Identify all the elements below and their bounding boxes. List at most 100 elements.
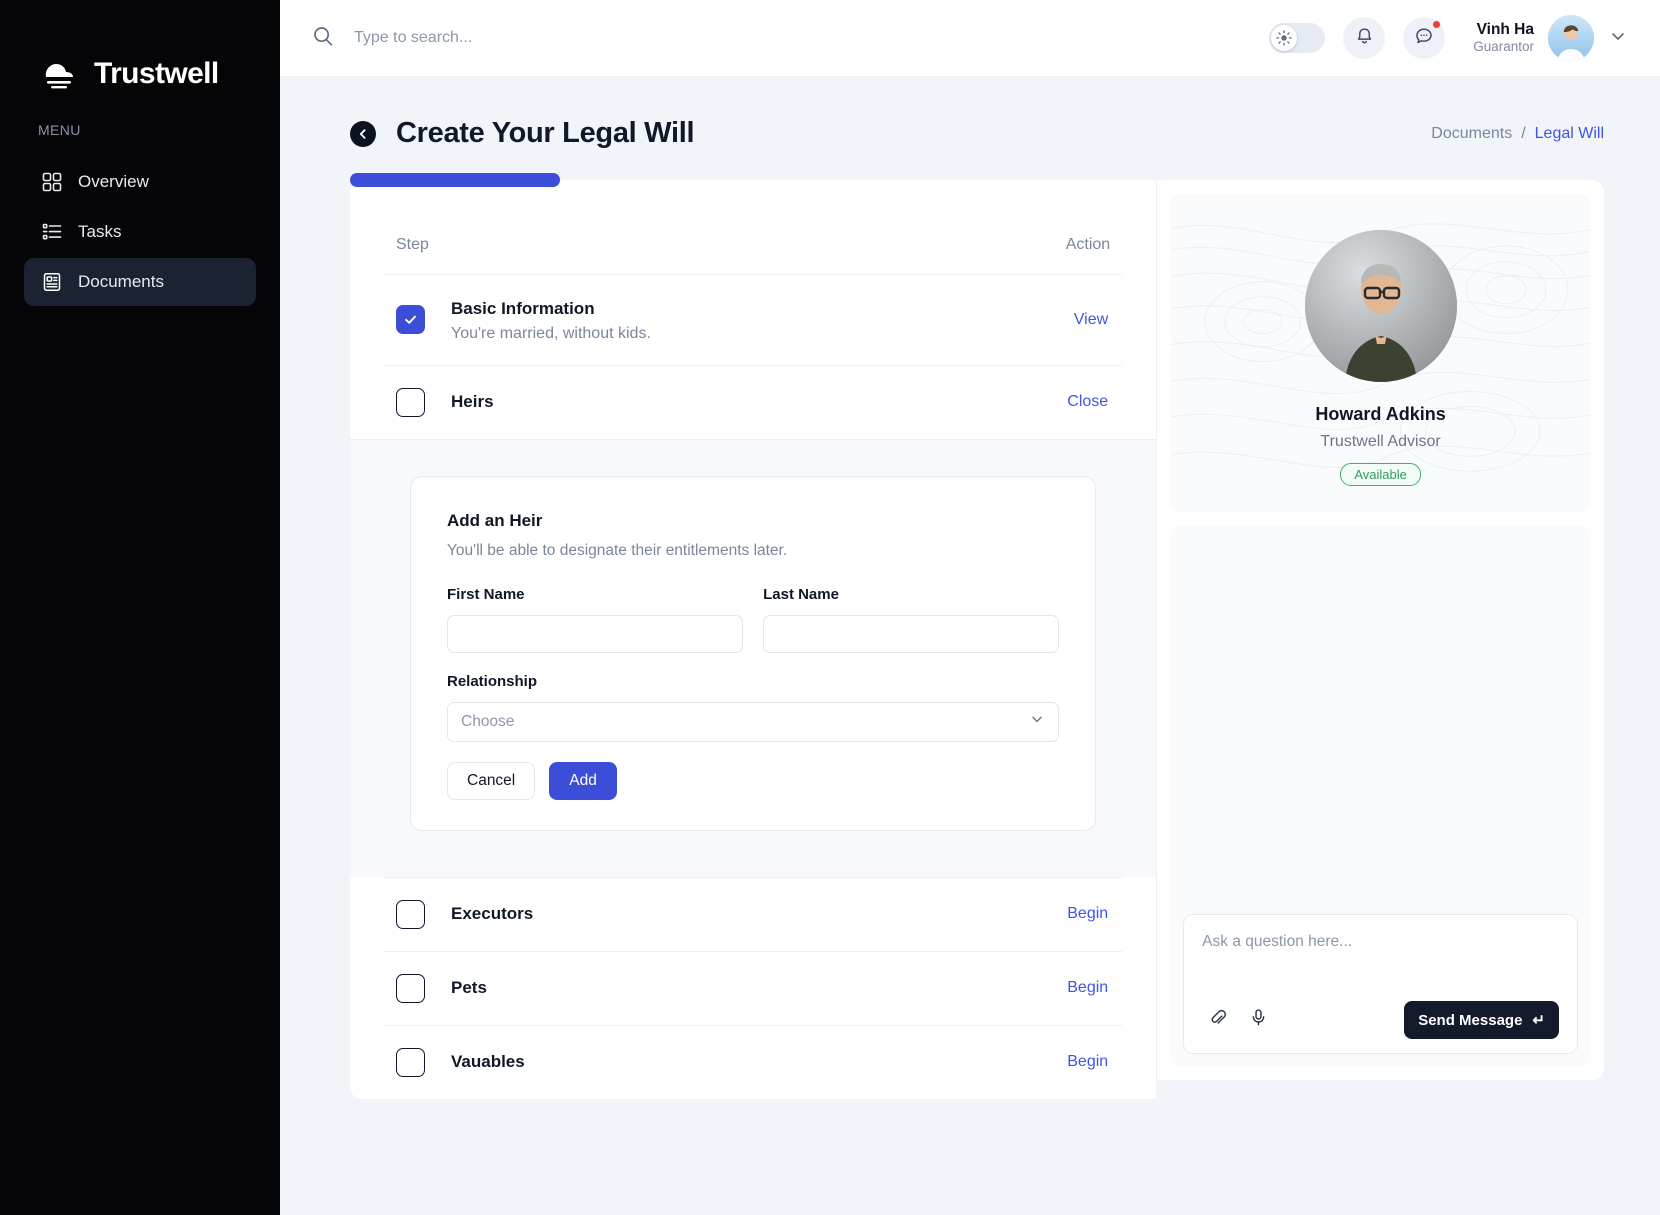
step-left: Pets [396,973,487,1003]
first-name-label: First Name [447,585,525,603]
last-name-field: Last Name [763,585,1060,653]
search-area [312,25,1269,52]
user-menu[interactable]: Vinh Ha Guarantor [1473,15,1628,61]
step-title: Executors [451,903,534,923]
status-badge: Available [1340,463,1421,486]
breadcrumb-current[interactable]: Legal Will [1535,125,1604,143]
advisor-name: Howard Adkins [1315,404,1446,424]
search-icon[interactable] [312,25,334,52]
sidebar-item-documents[interactable]: Documents [24,258,256,306]
notifications-button[interactable] [1343,17,1386,59]
breadcrumb-parent[interactable]: Documents [1431,125,1512,143]
chat-tool-icons [1202,1008,1268,1032]
step-checkbox[interactable] [396,973,425,1003]
sun-icon [1271,25,1298,51]
chat-toolbar: Send Message ↵ [1202,1001,1559,1039]
main-area: Vinh Ha Guarantor [280,0,1660,1215]
step-title: Heirs [451,391,494,411]
steps-table-header: Step Action [384,180,1122,274]
theme-toggle[interactable] [1269,23,1326,53]
panels: Step Action Basic Information You're mar… [350,173,1604,1099]
breadcrumb: Documents / Legal Will [1431,125,1604,143]
chevron-down-icon [1029,711,1045,732]
advisor-avatar [1304,230,1457,382]
step-title: Vauables [451,1051,525,1071]
page-header: Create Your Legal Will Documents / Legal… [350,117,1604,150]
grid-icon [42,172,62,192]
advisor-role: Trustwell Advisor [1320,433,1441,450]
table-row: Pets Begin [384,950,1123,1025]
step-checkbox[interactable] [396,899,425,929]
avatar[interactable] [1548,15,1594,61]
user-text: Vinh Ha Guarantor [1473,20,1534,56]
content-area: Create Your Legal Will Documents / Legal… [280,77,1660,1215]
document-icon [42,272,62,292]
chat-input-placeholder[interactable]: Ask a question here... [1202,933,1559,987]
steps-card: Step Action Basic Information You're mar… [350,173,1157,1099]
last-name-label: Last Name [763,585,839,603]
column-action: Action [1065,236,1111,253]
message-badge [1432,20,1442,29]
search-input[interactable] [354,29,774,47]
table-row: Heirs Close [384,364,1123,439]
send-message-button[interactable]: Send Message ↵ [1404,1001,1559,1039]
sidebar-nav: Overview Tasks Documents [0,158,280,306]
sidebar-item-label: Documents [78,272,164,291]
app-root: Trustwell MENU Overview Tasks Documents … [0,0,1660,1215]
enter-key-icon: ↵ [1532,1012,1545,1029]
cancel-button[interactable]: Cancel [447,761,536,800]
step-checkbox[interactable] [396,387,425,417]
add-button[interactable]: Add [549,761,617,800]
brand: Trustwell [0,0,280,110]
chat-composer[interactable]: Ask a question here... Send Message ↵ [1183,914,1578,1054]
back-arrow-icon[interactable] [350,120,376,147]
chat-panel: Ask a question here... Send Message ↵ [1171,526,1590,1066]
last-name-input[interactable] [763,614,1060,653]
first-name-input[interactable] [447,614,744,653]
table-row: Executors Begin [384,876,1123,951]
brand-name: Trustwell [94,57,219,90]
step-action-link[interactable]: Close [1067,393,1110,411]
paperclip-icon[interactable] [1208,1008,1227,1032]
table-row: Vauables Begin [384,1024,1123,1099]
step-action-link[interactable]: Begin [1067,905,1110,923]
step-checkbox[interactable] [396,305,425,335]
topbar-actions: Vinh Ha Guarantor [1269,15,1628,61]
form-subtitle: You'll be able to designate their entitl… [447,541,788,559]
step-left: Executors [396,899,534,929]
chat-bubble-icon [1414,26,1434,51]
progress-track [350,173,1156,187]
step-left: Vauables [396,1047,525,1077]
step-subtitle: You're married, without kids. [451,324,651,342]
table-row: Basic Information You're married, withou… [384,274,1123,365]
user-name: Vinh Ha [1476,20,1534,38]
page-title-group: Create Your Legal Will [350,117,695,150]
relationship-label: Relationship [447,672,538,690]
form-actions: Cancel Add [447,761,1059,800]
step-action-link[interactable]: View [1074,311,1110,329]
sidebar-item-overview[interactable]: Overview [24,158,256,206]
bell-icon [1355,26,1374,50]
step-action-link[interactable]: Begin [1067,1053,1110,1071]
user-role: Guarantor [1473,39,1534,55]
sidebar-item-tasks[interactable]: Tasks [24,208,256,256]
send-message-label: Send Message [1418,1011,1523,1029]
relationship-field: Relationship Choose [447,672,1060,742]
progress-fill [350,173,560,187]
add-heir-form: Add an Heir You'll be able to designate … [410,475,1097,831]
chevron-down-icon[interactable] [1608,26,1628,51]
relationship-select[interactable]: Choose [447,701,1060,742]
page-title: Create Your Legal Will [396,117,695,149]
list-icon [42,222,62,242]
step-left: Basic Information You're married, withou… [396,297,651,343]
column-step: Step [396,236,429,253]
name-fields-row: First Name Last Name [447,585,1060,673]
form-title: Add an Heir [447,510,543,530]
microphone-icon[interactable] [1249,1008,1268,1032]
step-title: Basic Information [451,299,595,318]
breadcrumb-separator: / [1521,124,1526,142]
step-action-link[interactable]: Begin [1067,979,1110,997]
step-left: Heirs [396,387,494,417]
step-checkbox[interactable] [396,1047,425,1077]
messages-button[interactable] [1403,17,1446,59]
